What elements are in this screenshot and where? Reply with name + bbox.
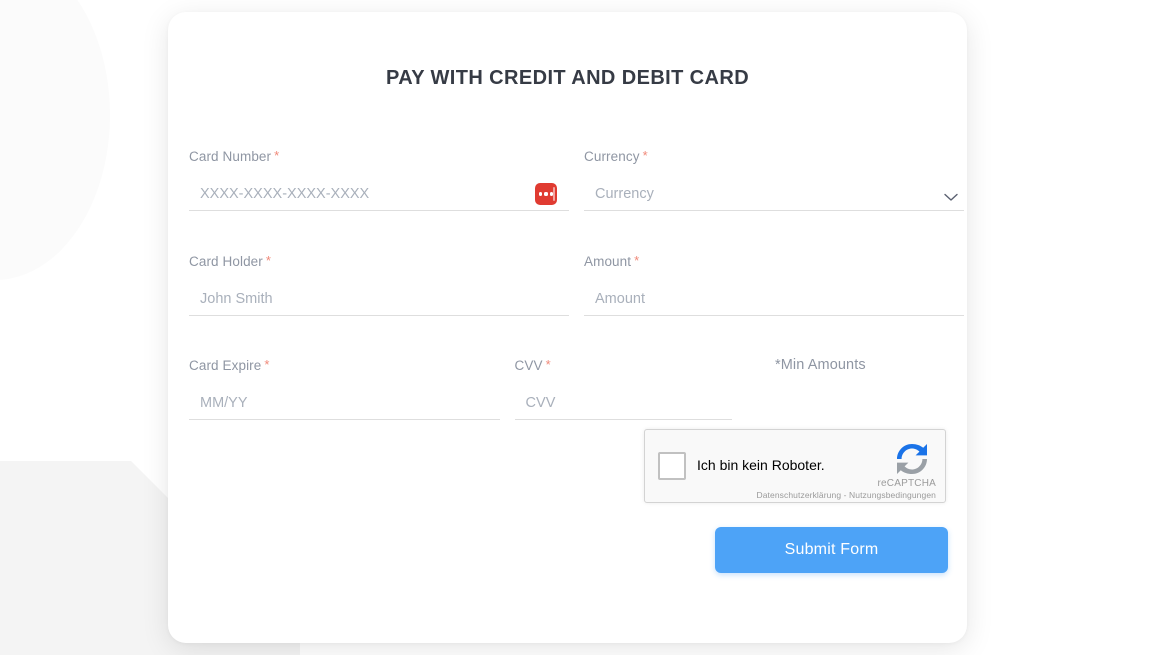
min-amounts-text: *Min Amounts: [775, 357, 866, 373]
cvv-input-wrap: [514, 390, 733, 420]
label-card-holder-text: Card Holder: [189, 254, 263, 269]
required-asterisk: *: [634, 253, 640, 268]
card-holder-input-wrap: [189, 286, 569, 316]
recaptcha-checkbox-label: Ich bin kein Roboter.: [697, 457, 825, 473]
cvv-input[interactable]: [514, 392, 733, 417]
label-cvv: CVV *: [515, 356, 732, 375]
card-number-input[interactable]: [189, 183, 569, 208]
required-asterisk: *: [264, 357, 270, 372]
payment-form: Card Number* Currency* Currency: [189, 147, 968, 420]
label-card-number: Card Number *: [189, 147, 569, 166]
required-asterisk: *: [642, 148, 648, 163]
recaptcha-widget[interactable]: Ich bin kein Roboter. reCAPTCHA Datensch…: [644, 429, 946, 503]
card-holder-input[interactable]: [189, 288, 569, 313]
password-manager-icon[interactable]: [535, 183, 557, 205]
amount-input-wrap: [584, 286, 964, 316]
recaptcha-links: Datenschutzerklärung - Nutzungsbedingung…: [756, 490, 936, 500]
label-card-expire-text: Card Expire: [189, 358, 262, 373]
form-row-1: Card Number* Currency* Currency: [189, 147, 968, 211]
card-expire-input-wrap: [189, 390, 500, 420]
label-amount-text: Amount: [584, 254, 632, 269]
required-asterisk: *: [545, 357, 551, 372]
label-card-number-text: Card Number: [189, 149, 272, 164]
recaptcha-privacy-link[interactable]: Datenschutzerklärung: [756, 490, 841, 500]
currency-select[interactable]: Currency: [584, 183, 964, 208]
page-title: PAY WITH CREDIT AND DEBIT CARD: [385, 67, 750, 89]
label-amount: Amount *: [584, 252, 964, 271]
field-cvv: CVV *: [514, 356, 733, 420]
amount-input[interactable]: [584, 288, 964, 313]
password-manager-dots: [538, 192, 554, 196]
recaptcha-link-separator: -: [841, 490, 850, 500]
label-cvv-text: CVV: [514, 358, 543, 373]
recaptcha-terms-link[interactable]: Nutzungsbedingungen: [849, 490, 936, 500]
background-arc-shape: [0, 0, 110, 280]
recaptcha-logo-icon: [890, 438, 934, 478]
field-card-holder: Card Holder *: [189, 252, 569, 316]
label-card-expire: Card Expire *: [189, 356, 500, 375]
recaptcha-brand-label: reCAPTCHA: [877, 478, 936, 489]
currency-select-wrap: Currency: [584, 181, 964, 211]
form-row-3: Card Expire* CVV* *Min Amounts: [189, 356, 968, 420]
min-amounts-note: *Min Amounts: [747, 356, 968, 420]
field-currency: Currency * Currency: [584, 147, 964, 211]
recaptcha-checkbox[interactable]: [658, 452, 686, 480]
required-asterisk: *: [265, 253, 272, 268]
recaptcha-zone: Ich bin kein Roboter. reCAPTCHA Datensch…: [644, 429, 946, 503]
label-currency: Currency *: [584, 147, 964, 166]
password-manager-bar: [552, 187, 555, 201]
submit-form-button[interactable]: Submit Form: [715, 527, 948, 573]
field-card-expire: Card Expire *: [189, 356, 500, 420]
card-expire-input[interactable]: [189, 392, 500, 417]
label-card-holder: Card Holder *: [189, 252, 569, 271]
card-number-input-wrap: [189, 181, 569, 211]
field-amount: Amount *: [584, 252, 964, 316]
required-asterisk: *: [274, 148, 280, 163]
field-card-number: Card Number *: [189, 147, 569, 211]
label-currency-text: Currency: [584, 149, 640, 164]
payment-form-card: PAY WITH CREDIT AND DEBIT CARD Card Numb…: [168, 12, 967, 643]
form-row-2: Card Holder* Amount*: [189, 252, 968, 316]
submit-zone: Submit Form: [715, 527, 948, 573]
